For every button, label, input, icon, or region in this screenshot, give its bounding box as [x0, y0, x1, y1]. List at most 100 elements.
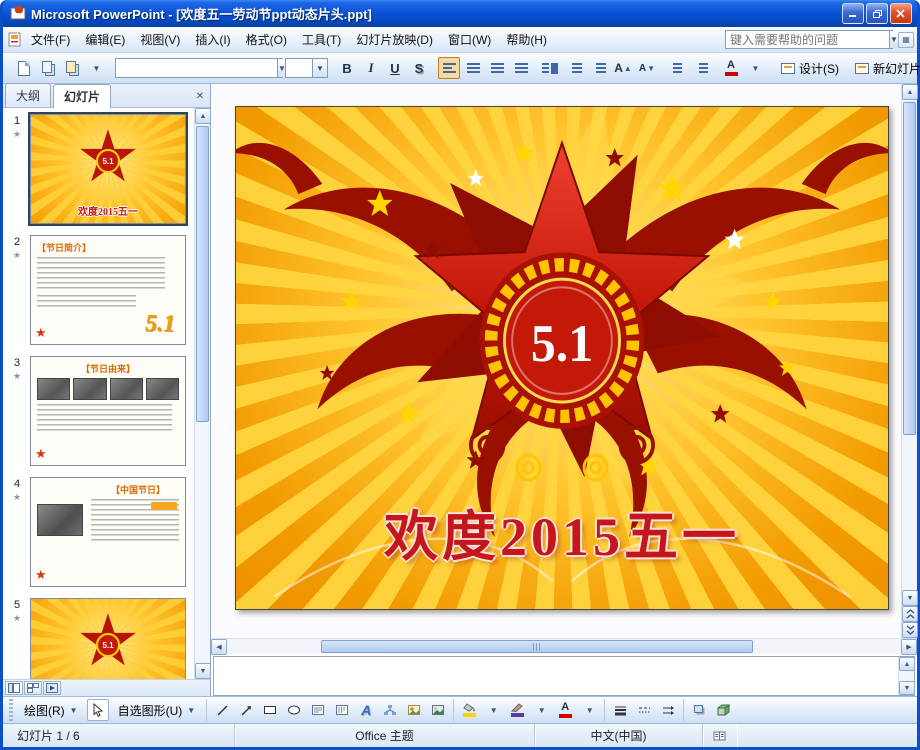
theme-indicator[interactable]: Office 主题	[235, 724, 535, 747]
menu-edit[interactable]: 编辑(E)	[78, 27, 132, 53]
font-color-dropdown[interactable]: ▼	[744, 57, 766, 79]
increase-indent-button[interactable]	[690, 57, 712, 79]
scroll-down-button[interactable]: ▼	[902, 590, 918, 606]
slide-thumbnail-4[interactable]: 【中国节日】 ★	[30, 477, 186, 587]
align-right-button[interactable]	[486, 57, 508, 79]
justify-button[interactable]	[510, 57, 532, 79]
tab-outline[interactable]: 大纲	[5, 83, 52, 107]
select-objects-button[interactable]	[86, 699, 109, 721]
line-color-button[interactable]	[506, 699, 528, 721]
scroll-left-button[interactable]: ◀	[211, 639, 227, 655]
spelling-status-icon[interactable]	[703, 724, 737, 747]
thumbs-scroll-thumb[interactable]	[196, 126, 209, 423]
vertical-textbox-button[interactable]	[331, 699, 353, 721]
line-style-button[interactable]	[609, 699, 631, 721]
font-color-button[interactable]: A	[720, 57, 742, 79]
next-slide-button[interactable]	[902, 622, 918, 638]
line-color-dropdown[interactable]: ▼	[530, 699, 552, 721]
toolbar-options-button[interactable]: ▼	[85, 57, 107, 79]
fill-color-button[interactable]	[458, 699, 480, 721]
vertical-scrollbar[interactable]: ▲ ▼	[901, 84, 918, 638]
fill-color-dropdown[interactable]: ▼	[482, 699, 504, 721]
thumbnails-scrollbar[interactable]: ▲ ▼	[194, 108, 211, 679]
menu-slideshow[interactable]: 幻灯片放映(D)	[349, 27, 440, 53]
new-presentation-button[interactable]	[13, 57, 35, 79]
copy-button[interactable]	[37, 57, 59, 79]
draw-font-color-dropdown[interactable]: ▼	[578, 699, 600, 721]
notes-scroll-down-button[interactable]: ▼	[899, 681, 915, 695]
numbering-button[interactable]	[564, 57, 586, 79]
close-button[interactable]	[890, 3, 912, 24]
scroll-up-button[interactable]: ▲	[902, 84, 918, 100]
animation-indicator-icon[interactable]: ★	[13, 371, 21, 382]
draw-font-color-button[interactable]: A	[554, 699, 576, 721]
paste-button[interactable]	[61, 57, 83, 79]
align-left-button[interactable]	[438, 57, 460, 79]
notes-scrollbar[interactable]: ▲ ▼	[898, 657, 915, 695]
autoshapes-button[interactable]: 自选图形(U) ▼	[111, 699, 203, 721]
help-input[interactable]	[726, 32, 889, 47]
draw-menu-button[interactable]: 绘图(R) ▼	[17, 699, 85, 721]
panel-close-button[interactable]: ✕	[192, 89, 208, 104]
columns-button[interactable]	[534, 57, 556, 79]
slide-title-text[interactable]: 欢度2015五一	[236, 492, 888, 571]
animation-indicator-icon[interactable]: ★	[13, 129, 21, 140]
slide-design-button[interactable]: 设计(S)	[774, 57, 846, 79]
bullets-button[interactable]	[588, 57, 610, 79]
menu-format[interactable]: 格式(O)	[239, 27, 294, 53]
menu-help[interactable]: 帮助(H)	[499, 27, 554, 53]
help-dropdown-arrow[interactable]: ▼	[889, 31, 898, 48]
text-shadow-button[interactable]: S	[408, 57, 430, 79]
document-small-icon[interactable]	[6, 31, 23, 48]
font-size-dropdown[interactable]: ▼	[312, 59, 327, 77]
increase-font-button[interactable]: A ▲	[612, 57, 634, 79]
menu-view[interactable]: 视图(V)	[133, 27, 187, 53]
arrow-button[interactable]	[235, 699, 257, 721]
menubar-options-button[interactable]: ▦	[898, 31, 914, 48]
minimize-button[interactable]	[842, 3, 864, 24]
italic-button[interactable]: I	[360, 57, 382, 79]
arrow-style-button[interactable]	[657, 699, 679, 721]
underline-button[interactable]: U	[384, 57, 406, 79]
drawbar-grip[interactable]	[9, 699, 13, 721]
slideshow-view-button[interactable]	[43, 681, 61, 695]
notes-scroll-up-button[interactable]: ▲	[899, 657, 915, 671]
notes-text-area[interactable]	[214, 657, 898, 695]
normal-view-button[interactable]	[5, 681, 23, 695]
oval-button[interactable]	[283, 699, 305, 721]
shadow-style-button[interactable]	[688, 699, 710, 721]
slide-editing-area[interactable]: 5.1 欢度2015五一	[211, 84, 901, 638]
tab-slides[interactable]: 幻灯片	[53, 84, 112, 108]
scroll-right-button[interactable]: ▶	[901, 639, 917, 655]
notes-pane[interactable]: ▲ ▼	[213, 656, 915, 696]
thumbs-scroll-up-button[interactable]: ▲	[195, 108, 211, 124]
textbox-button[interactable]	[307, 699, 329, 721]
horizontal-scroll-thumb[interactable]	[321, 640, 753, 653]
slide-thumbnail-2[interactable]: 【节日简介】 5.1 ★	[30, 235, 186, 345]
diagram-button[interactable]	[379, 699, 401, 721]
line-button[interactable]	[211, 699, 233, 721]
decrease-font-button[interactable]: A ▼	[636, 57, 658, 79]
slide-thumbnail-3[interactable]: 【节日由来】 ★	[30, 356, 186, 466]
threed-style-button[interactable]	[712, 699, 734, 721]
decrease-indent-button[interactable]	[666, 57, 688, 79]
menu-file[interactable]: 文件(F)	[24, 27, 77, 53]
font-name-input[interactable]	[116, 59, 277, 77]
menu-window[interactable]: 窗口(W)	[441, 27, 498, 53]
slide-sorter-view-button[interactable]	[24, 681, 42, 695]
new-slide-button[interactable]: 新幻灯片(N)	[848, 57, 920, 79]
thumbs-scroll-down-button[interactable]: ▼	[195, 663, 211, 679]
clipart-button[interactable]	[403, 699, 425, 721]
title-bar[interactable]: Microsoft PowerPoint - [欢度五一劳动节ppt动态片头.p…	[3, 0, 917, 27]
slide-thumbnail-1[interactable]: 5.1 欢度2015五一	[28, 112, 188, 226]
previous-slide-button[interactable]	[902, 606, 918, 622]
menu-insert[interactable]: 插入(I)	[188, 27, 237, 53]
language-indicator[interactable]: 中文(中国)	[535, 724, 703, 747]
rectangle-button[interactable]	[259, 699, 281, 721]
align-center-button[interactable]	[462, 57, 484, 79]
insert-picture-button[interactable]	[427, 699, 449, 721]
scroll-thumb[interactable]	[903, 102, 916, 436]
font-size-input[interactable]	[286, 59, 312, 77]
bold-button[interactable]: B	[336, 57, 358, 79]
animation-indicator-icon[interactable]: ★	[13, 613, 21, 624]
